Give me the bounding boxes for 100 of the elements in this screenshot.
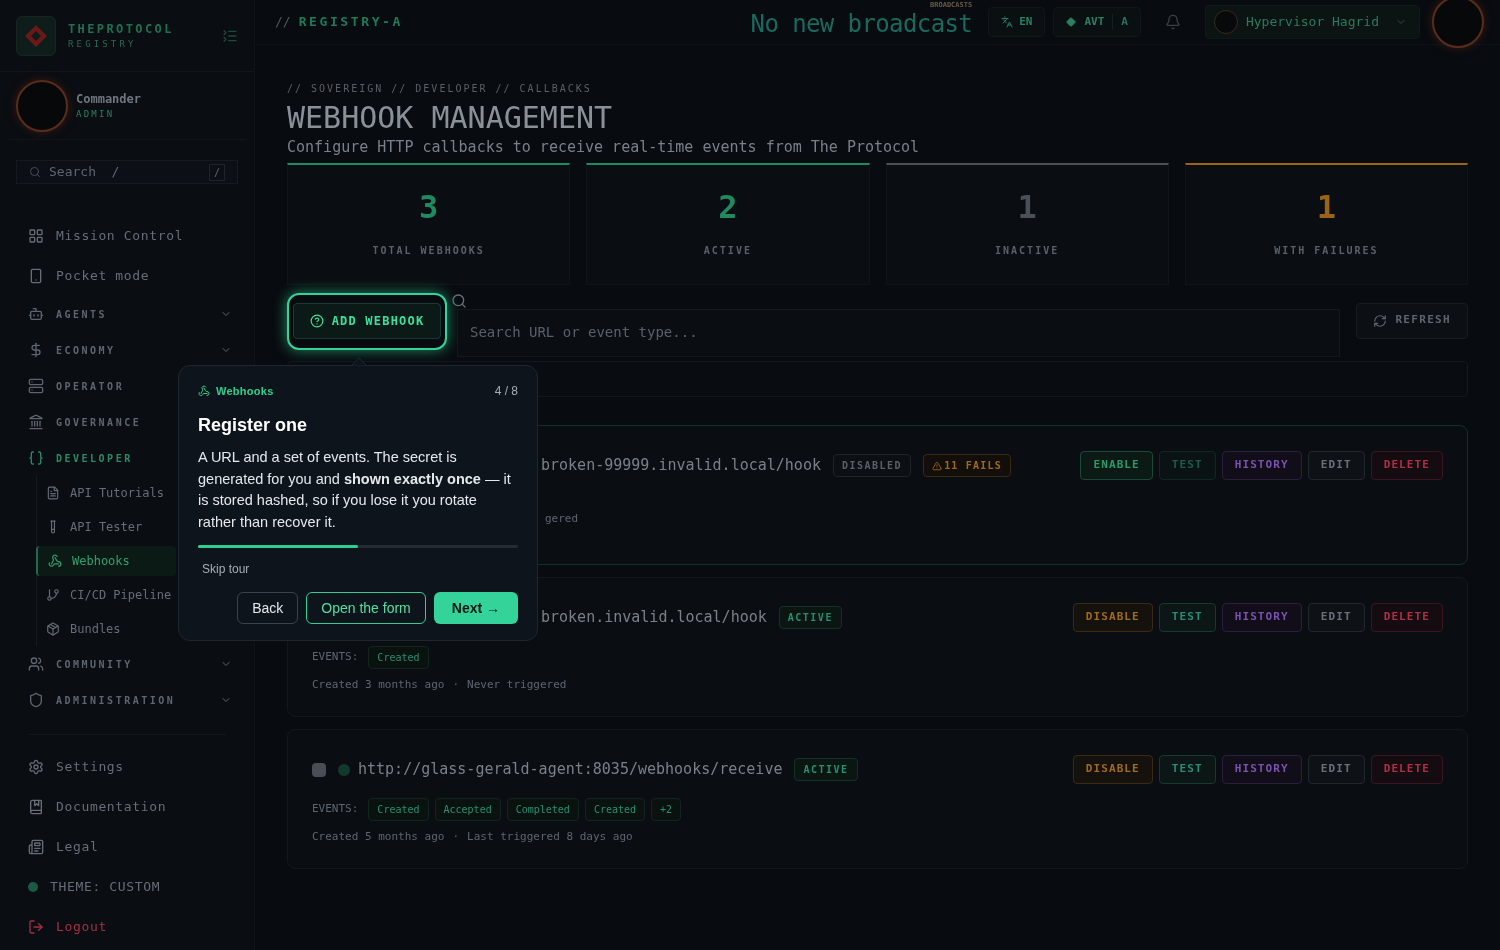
events-label: EVENTS:: [312, 648, 359, 665]
token-tag: A: [1112, 13, 1128, 31]
enable-button[interactable]: ENABLE: [1080, 451, 1153, 480]
history-button[interactable]: HISTORY: [1221, 451, 1302, 480]
webhook-icon: [48, 554, 62, 568]
open-form-button[interactable]: Open the form: [306, 592, 426, 624]
nav-section[interactable]: COMMUNITY: [0, 646, 254, 682]
nav-item[interactable]: Documentation: [0, 787, 254, 827]
tour-description: A URL and a set of events. The secret is generated for you and shown exactly once — it is stored hashed, so if you lose it you rotate rather than recover it.: [198, 448, 512, 532]
refresh-button[interactable]: REFRESH: [1356, 302, 1468, 339]
test-button[interactable]: TEST: [1158, 603, 1216, 632]
nav-item[interactable]: Legal: [0, 827, 254, 867]
webhook-url: broken-99999.invalid.local/hook: [541, 455, 821, 477]
created-time: Created 3 months ago: [312, 676, 445, 693]
event-tag: Created: [368, 797, 429, 821]
test-button[interactable]: TEST: [1158, 755, 1216, 784]
logout-link[interactable]: Logout: [0, 907, 254, 947]
box-icon: [46, 622, 60, 636]
logout-icon: [28, 919, 44, 935]
nav-item[interactable]: Settings: [0, 747, 254, 787]
disable-button[interactable]: DISABLE: [1072, 603, 1153, 632]
header-prefix: //: [275, 13, 291, 32]
nav-item[interactable]: Bundles: [36, 614, 176, 644]
shield-icon: [28, 692, 44, 708]
diamond-icon: [1066, 17, 1077, 27]
back-button[interactable]: Back: [237, 592, 299, 624]
add-webhook-button[interactable]: ADD WEBHOOK: [292, 303, 442, 339]
skip-link[interactable]: Skip tour: [202, 560, 250, 578]
page-subtitle: Configure HTTP callbacks to receive real-time events from The Protocol: [287, 137, 921, 158]
triggered-time: Never triggered: [467, 676, 567, 693]
history-button[interactable]: HISTORY: [1221, 755, 1302, 784]
brand-name: THEPROTOCOL: [68, 20, 175, 38]
nav-section[interactable]: ECONOMY: [0, 332, 254, 368]
status-badge: ACTIVE: [778, 606, 842, 629]
nav-item[interactable]: Pocket mode: [0, 256, 254, 296]
status-badge: DISABLED: [832, 454, 912, 477]
event-tag: Completed: [506, 797, 579, 821]
webhook-icon: [198, 385, 210, 397]
server-icon: [28, 378, 44, 394]
phone-icon: [28, 268, 44, 284]
event-tag: Created: [584, 797, 646, 821]
event-tag: Created: [368, 645, 429, 669]
search-placeholder: Search /: [49, 163, 121, 182]
stat-value: 1: [1316, 190, 1336, 223]
next-button[interactable]: Next →: [433, 592, 518, 624]
bell-icon[interactable]: [1164, 14, 1181, 30]
nav-item[interactable]: API Tester: [36, 512, 176, 542]
people-icon: [28, 656, 44, 672]
theme-label[interactable]: THEME: CUSTOM: [50, 877, 161, 897]
nav-item[interactable]: API Tutorials: [36, 478, 176, 508]
edit-button[interactable]: EDIT: [1307, 451, 1365, 480]
disable-button[interactable]: DISABLE: [1072, 755, 1153, 784]
step-counter: 4 / 8: [494, 383, 518, 400]
settings-icon: [28, 759, 44, 775]
delete-button[interactable]: DELETE: [1370, 603, 1443, 632]
separator-dot: ·: [452, 828, 460, 845]
avatar: [16, 79, 68, 132]
avatar[interactable]: [1432, 0, 1484, 48]
grid-icon: [28, 228, 44, 244]
nav-section[interactable]: AGENTS: [0, 296, 254, 332]
stat-value: 3: [419, 190, 439, 223]
nav-section[interactable]: ADMINISTRATION: [0, 682, 254, 718]
edit-button[interactable]: EDIT: [1307, 603, 1365, 632]
search-field[interactable]: Search URL or event type...: [457, 308, 1341, 357]
broadcast-ticker: No new broadcast: [750, 10, 973, 38]
failure-badge: 11 FAILS: [923, 454, 1011, 477]
edit-button[interactable]: EDIT: [1307, 755, 1365, 784]
history-button[interactable]: HISTORY: [1221, 603, 1302, 632]
events-label: EVENTS:: [312, 800, 359, 817]
brand-subtitle: REGISTRY: [68, 37, 138, 51]
stat-value: 2: [718, 190, 738, 223]
search-field[interactable]: Search / /: [16, 160, 238, 184]
checkbox[interactable]: [312, 762, 326, 777]
header-title: REGISTRY-A: [298, 13, 403, 32]
page-title: WEBHOOK MANAGEMENT: [287, 100, 614, 136]
language-button[interactable]: EN: [988, 7, 1046, 37]
breadcrumb: // SOVEREIGN // DEVELOPER // CALLBACKS: [287, 82, 593, 96]
stat-label: ACTIVE: [703, 243, 752, 258]
warning-icon: [932, 460, 943, 471]
search-icon: [29, 166, 41, 178]
nav-item[interactable]: CI/CD Pipeline: [36, 580, 176, 610]
document-icon: [46, 486, 60, 500]
user-menu[interactable]: Hypervisor Hagrid: [1204, 5, 1420, 39]
stat-label: INACTIVE: [995, 243, 1060, 258]
webhook-url: broken.invalid.local/hook: [541, 607, 767, 629]
collapse-icon[interactable]: [222, 27, 238, 44]
branch-icon: [46, 588, 60, 602]
status-badge: ACTIVE: [794, 758, 858, 781]
delete-button[interactable]: DELETE: [1370, 451, 1443, 480]
nav-item[interactable]: Mission Control: [0, 216, 254, 256]
delete-button[interactable]: DELETE: [1370, 755, 1443, 784]
created-time: Created 5 months ago: [312, 828, 445, 845]
refresh-icon: [1373, 313, 1388, 328]
triggered-time: gered: [545, 511, 579, 527]
stat-label: TOTAL WEBHOOKS: [372, 243, 485, 258]
token-button[interactable]: AVT A: [1053, 7, 1141, 37]
user-role: ADMIN: [76, 107, 116, 121]
nav-item[interactable]: Webhooks: [36, 546, 176, 576]
building-icon: [28, 414, 44, 430]
tour-title: Register one: [198, 414, 309, 437]
